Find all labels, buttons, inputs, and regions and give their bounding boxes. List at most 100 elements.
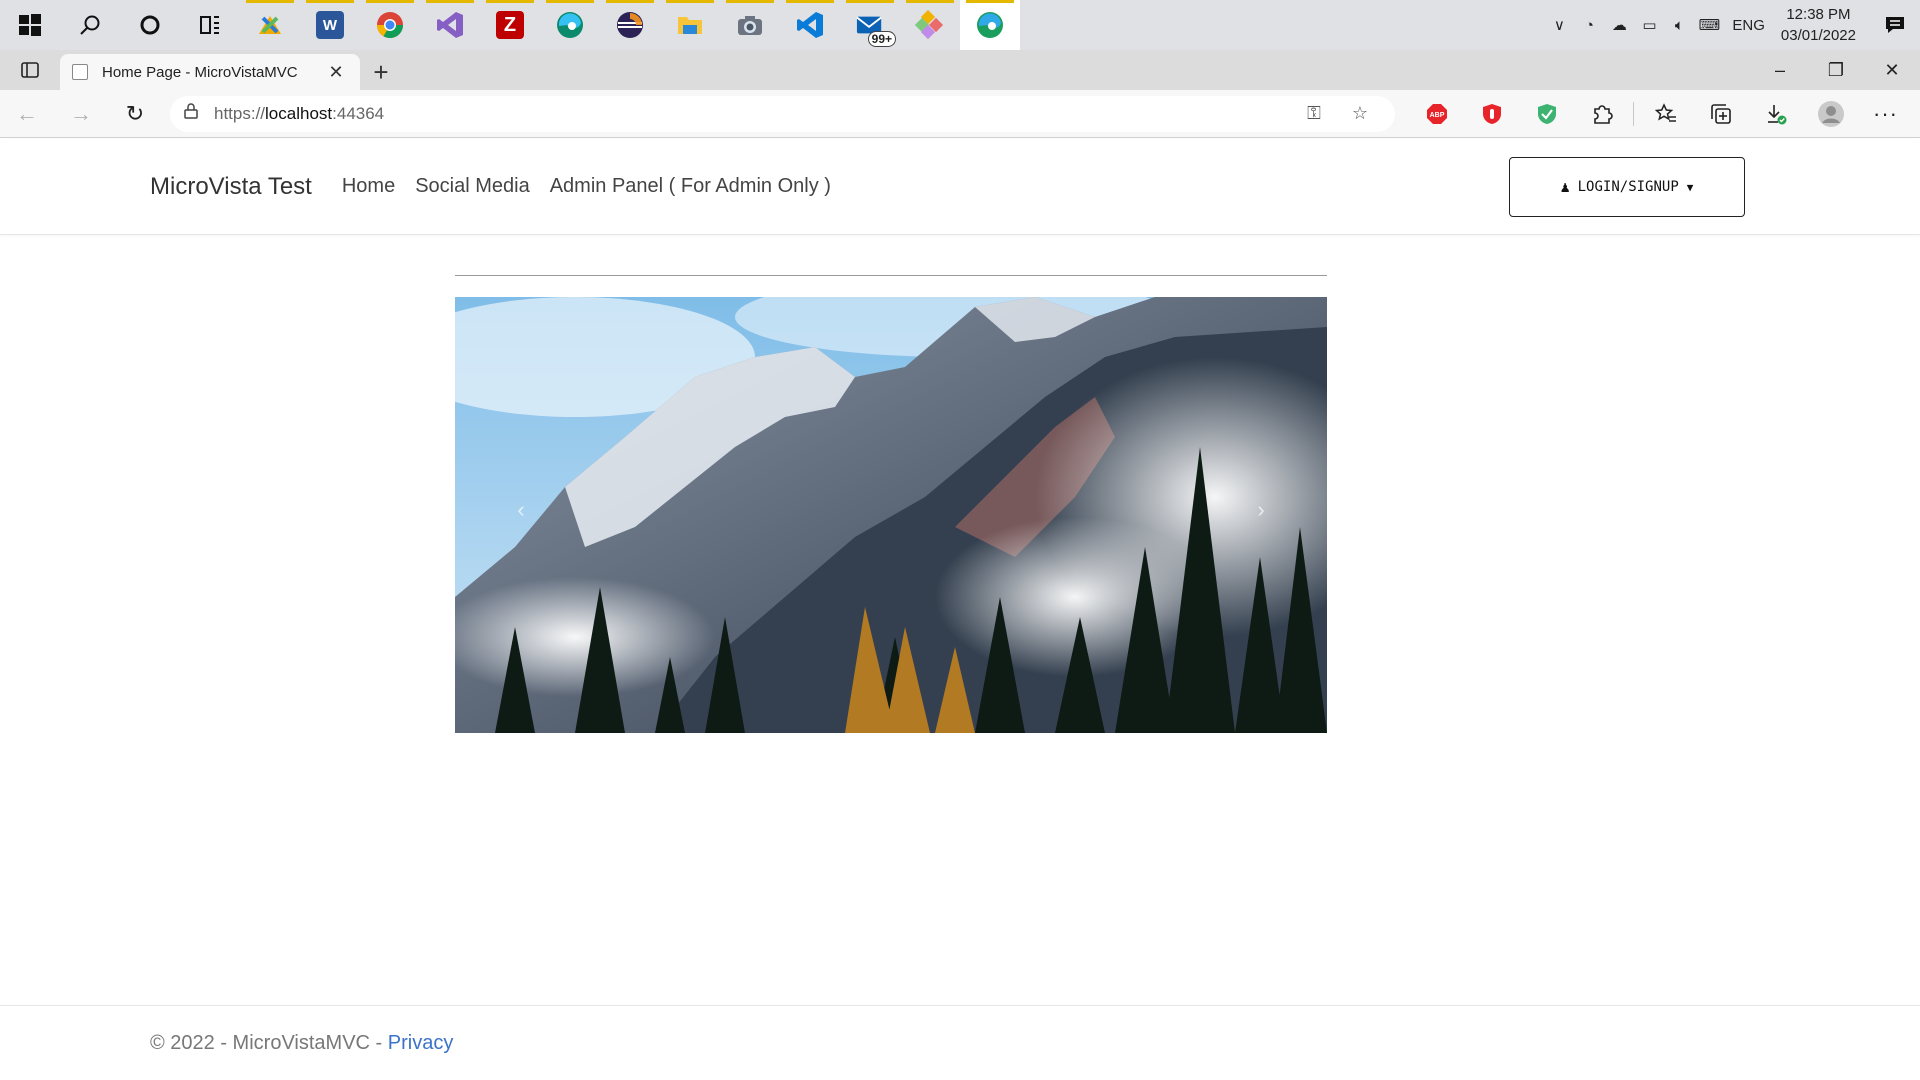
word-icon: W — [316, 11, 344, 39]
tab-actions-icon — [21, 62, 39, 78]
nav-link-social-media[interactable]: Social Media — [415, 175, 530, 198]
close-window-button[interactable]: ✕ — [1864, 50, 1920, 90]
minimize-button[interactable]: – — [1752, 50, 1808, 90]
settings-more-button[interactable]: ··· — [1858, 90, 1913, 138]
network-button[interactable]: ◔ — [1574, 0, 1604, 50]
feedback-hub-icon — [259, 16, 281, 34]
ublock-button[interactable] — [1464, 90, 1519, 138]
taskbar-app-mail[interactable]: 99+ — [840, 0, 900, 50]
url-text[interactable]: https://localhost:44364 — [214, 104, 1291, 124]
taskbar-app-vscode[interactable] — [780, 0, 840, 50]
windows-taskbar: W Z 99+ ∨ ◔ ☁ ▭ 🔈︎ ⌨ ENG 12:38 PM 03/01/… — [0, 0, 1920, 50]
restore-button[interactable]: ❐ — [1808, 50, 1864, 90]
taskbar-app-edge-dev[interactable] — [540, 0, 600, 50]
security-extension-button[interactable] — [1519, 90, 1574, 138]
favorites-icon — [1654, 102, 1676, 122]
url-scheme: https:// — [214, 103, 266, 123]
mail-icon: 99+ — [856, 11, 896, 47]
close-tab-icon[interactable]: ✕ — [324, 62, 348, 83]
touch-keyboard-button[interactable]: ⌨ — [1694, 0, 1724, 50]
chrome-icon — [376, 12, 404, 39]
eclipse-icon — [617, 12, 643, 38]
browser-tab-strip: Home Page - MicroVistaMVC ✕ + – ❐ ✕ — [0, 50, 1920, 90]
taskbar-app-chrome[interactable] — [360, 0, 420, 50]
nav-link-admin-panel[interactable]: Admin Panel ( For Admin Only ) — [550, 175, 831, 198]
taskbar-clock[interactable]: 12:38 PM 03/01/2022 — [1773, 4, 1870, 46]
web-page: MicroVista Test Home Social Media Admin … — [0, 139, 1920, 1080]
puzzle-icon — [1593, 104, 1613, 124]
action-center-button[interactable] — [1870, 0, 1920, 50]
collections-button[interactable] — [1693, 90, 1748, 138]
image-carousel[interactable]: ‹ › — [455, 297, 1327, 733]
restore-icon: ❐ — [1827, 59, 1845, 80]
tab-actions-button[interactable] — [0, 50, 60, 90]
lock-icon[interactable] — [184, 103, 214, 124]
wifi-icon: ◔ — [1584, 16, 1594, 34]
download-icon — [1767, 104, 1786, 124]
shield-check-icon — [1537, 103, 1556, 124]
page-favicon-icon — [72, 64, 88, 80]
svg-text:ABP: ABP — [1429, 112, 1444, 119]
taskbar-app-eclipse[interactable] — [600, 0, 660, 50]
key-icon[interactable]: ⚿ — [1291, 103, 1337, 124]
windows-start-icon — [19, 14, 41, 36]
visual-studio-icon — [437, 12, 463, 38]
more-icon: ··· — [1873, 100, 1898, 126]
add-favorite-icon[interactable]: ☆ — [1337, 103, 1383, 124]
address-bar[interactable]: https://localhost:44364 ⚿ ☆ — [170, 95, 1395, 132]
tab-home-page[interactable]: Home Page - MicroVistaMVC ✕ — [60, 54, 360, 90]
content-divider — [455, 275, 1327, 276]
footer-copyright: © 2022 - MicroVistaMVC - — [150, 1031, 383, 1054]
site-brand[interactable]: MicroVista Test — [150, 173, 312, 201]
downloads-button[interactable] — [1748, 90, 1803, 138]
task-view-button[interactable] — [180, 0, 240, 50]
file-explorer-icon — [678, 17, 702, 34]
tab-title: Home Page - MicroVistaMVC — [102, 63, 298, 81]
taskbar-app-feedback[interactable] — [240, 0, 300, 50]
taskbar-search-button[interactable] — [60, 0, 120, 50]
taskbar-app-visual-studio[interactable] — [420, 0, 480, 50]
new-tab-button[interactable]: + — [360, 54, 402, 90]
taskbar-app-gitkraken[interactable] — [900, 0, 960, 50]
taskbar-app-camera[interactable] — [720, 0, 780, 50]
clock-time: 12:38 PM — [1786, 6, 1851, 23]
login-signup-button[interactable]: ♟ LOGIN/SIGNUP ▼ — [1509, 157, 1745, 217]
battery-button[interactable]: ▭ — [1634, 0, 1664, 50]
chevron-up-icon: ∨ — [1553, 17, 1565, 34]
refresh-button[interactable]: ↻ — [108, 90, 162, 138]
avatar-icon — [1817, 100, 1844, 127]
forward-button[interactable]: → — [54, 90, 108, 138]
close-icon: ✕ — [1884, 59, 1900, 80]
taskbar-app-file-explorer[interactable] — [660, 0, 720, 50]
window-controls: – ❐ ✕ — [1752, 50, 1920, 90]
start-button[interactable] — [0, 0, 60, 50]
edge-dev-icon — [557, 12, 583, 38]
favorites-button[interactable] — [1638, 90, 1693, 138]
volume-button[interactable]: 🔈︎ — [1664, 0, 1694, 50]
onedrive-button[interactable]: ☁ — [1604, 0, 1634, 50]
clock-date: 03/01/2022 — [1780, 27, 1856, 44]
taskbar-app-word[interactable]: W — [300, 0, 360, 50]
extensions-bar: ABP ··· — [1409, 90, 1913, 138]
collections-icon — [1710, 103, 1731, 124]
nav-link-home[interactable]: Home — [342, 175, 395, 198]
profile-button[interactable] — [1803, 90, 1858, 138]
keyboard-icon: ⌨ — [1698, 17, 1721, 34]
adblock-plus-button[interactable]: ABP — [1409, 90, 1464, 138]
speaker-icon: 🔈︎ — [1674, 16, 1684, 34]
input-language[interactable]: ENG — [1724, 17, 1773, 34]
adblock-plus-icon: ABP — [1426, 103, 1447, 124]
extensions-button[interactable] — [1574, 90, 1629, 138]
cortana-button[interactable] — [120, 0, 180, 50]
carousel-prev-button[interactable]: ‹ — [501, 497, 541, 523]
show-hidden-icons-button[interactable]: ∨ — [1544, 0, 1574, 50]
arrow-left-icon: ← — [16, 100, 38, 126]
ublock-icon — [1482, 103, 1501, 124]
caret-down-icon: ▼ — [1686, 180, 1694, 194]
taskbar-app-edge[interactable] — [960, 0, 1020, 50]
privacy-link[interactable]: Privacy — [388, 1032, 454, 1055]
arrow-right-icon: → — [70, 100, 92, 126]
back-button[interactable]: ← — [0, 90, 54, 138]
carousel-next-button[interactable]: › — [1241, 497, 1281, 523]
taskbar-app-filezilla[interactable]: Z — [480, 0, 540, 50]
